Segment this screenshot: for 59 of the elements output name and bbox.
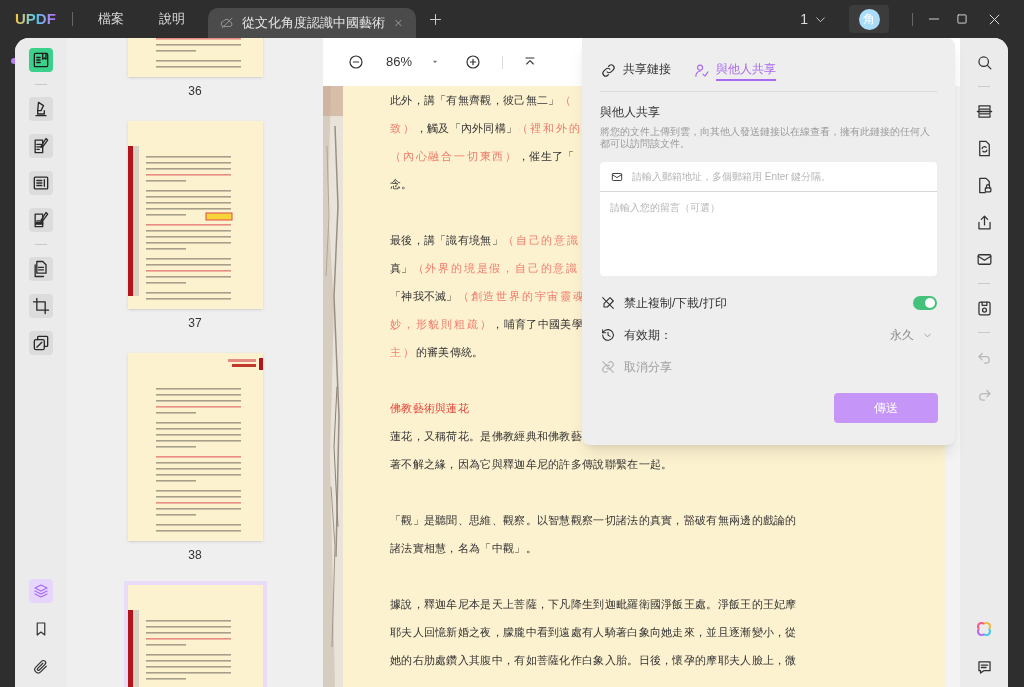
- person-share-icon: [693, 62, 710, 79]
- history-icon: [600, 327, 616, 343]
- crop-icon: [31, 296, 51, 316]
- zoom-in-icon[interactable]: [464, 53, 483, 71]
- flower-logo-icon: [974, 619, 994, 639]
- page-thumbnail[interactable]: [127, 353, 263, 541]
- text-line: 妙，形貌則粗疏），哺育了中國美學: [390, 317, 583, 332]
- panel-heading: 與他人共享: [600, 104, 661, 121]
- text-line: 念。: [390, 177, 413, 192]
- text-line: 著不解之緣，因為它與釋迦牟尼的許多傳說聯繫在一起。: [390, 457, 673, 472]
- text-line: 致），觸及「內外同構」（裡和外的: [390, 121, 582, 136]
- text-line: 蓮花，又稱荷花。是佛教經典和佛教藝: [390, 429, 583, 444]
- page-number: 38: [188, 548, 202, 562]
- text-line: 據說，釋迦牟尼本是天上菩薩，下凡降生到迦毗羅衛國淨飯王處。淨飯王的王妃摩: [390, 597, 797, 612]
- text-line: 真」（外界的境是假，自己的意識: [390, 261, 579, 276]
- text-line: 最後，講「識有境無」（自己的意識: [390, 233, 580, 248]
- option-label: 有效期：: [624, 327, 672, 344]
- mail-icon: [610, 170, 624, 184]
- pen-off-icon: [600, 295, 616, 311]
- page-thumbnail[interactable]: [127, 121, 263, 309]
- maximize-icon[interactable]: [955, 12, 969, 26]
- tool-button[interactable]: [29, 171, 53, 195]
- cloud-off-icon: [219, 15, 235, 31]
- option-label: 禁止複制/下載/打印: [624, 295, 727, 312]
- user-avatar: 角: [858, 8, 880, 30]
- page-number: 37: [188, 316, 202, 330]
- tab-title: 從文化角度認識中國藝術: [242, 14, 386, 33]
- zoom-level[interactable]: 86%: [386, 52, 413, 72]
- plus-icon[interactable]: [427, 11, 443, 27]
- text-line: 諸法實相慧，名為「中觀」。: [390, 541, 537, 556]
- book-icon: [31, 50, 51, 70]
- text-line: 「觀」是聽聞、思維、觀察。以智慧觀察一切諸法的真實，豁破有無兩邊的戲論的: [390, 513, 797, 528]
- toggle-switch[interactable]: [913, 296, 937, 310]
- document-tab[interactable]: 從文化角度認識中國藝術: [207, 8, 416, 38]
- text-line: 主）的審美傳統。: [390, 345, 484, 360]
- text-line: 此外，講「有無齊觀，彼己無二」（: [390, 93, 573, 108]
- paperclip-icon: [32, 658, 50, 676]
- tool-button[interactable]: [29, 48, 53, 72]
- unlink-icon: [600, 359, 616, 375]
- section-heading: 佛教藝術與蓮花: [390, 401, 470, 416]
- text-line: 她的右肋處鑽入其腹中，有如菩薩化作白象入胎。日後，懷孕的摩耶夫人臉上，微: [390, 653, 797, 668]
- menu-item[interactable]: 說明: [158, 9, 185, 29]
- tool-button[interactable]: [29, 208, 53, 232]
- layers-icon: [32, 582, 50, 600]
- link-icon: [600, 62, 617, 79]
- tool-button[interactable]: [29, 257, 53, 281]
- tool-button[interactable]: [29, 294, 53, 318]
- menu-item[interactable]: 檔案: [97, 9, 124, 29]
- text-line: 耶夫人回憶新婚之夜，朦朧中看到遠處有人騎著白象向她走來，並且逐漸變小，從: [390, 625, 797, 640]
- tool-button[interactable]: [29, 331, 53, 355]
- message-field[interactable]: 請輸入您的留言（可選）: [600, 192, 937, 276]
- page-count-dropdown[interactable]: 1: [800, 8, 827, 30]
- layered-squares-icon: [31, 333, 51, 353]
- page-number: 36: [188, 84, 202, 98]
- tool-button[interactable]: [29, 134, 53, 158]
- tool-button[interactable]: [29, 97, 53, 121]
- zoom-out-icon[interactable]: [347, 53, 365, 71]
- text-line: （內心融合一切東西），催生了「: [390, 149, 575, 164]
- share-tab[interactable]: 共享鏈接: [600, 60, 671, 81]
